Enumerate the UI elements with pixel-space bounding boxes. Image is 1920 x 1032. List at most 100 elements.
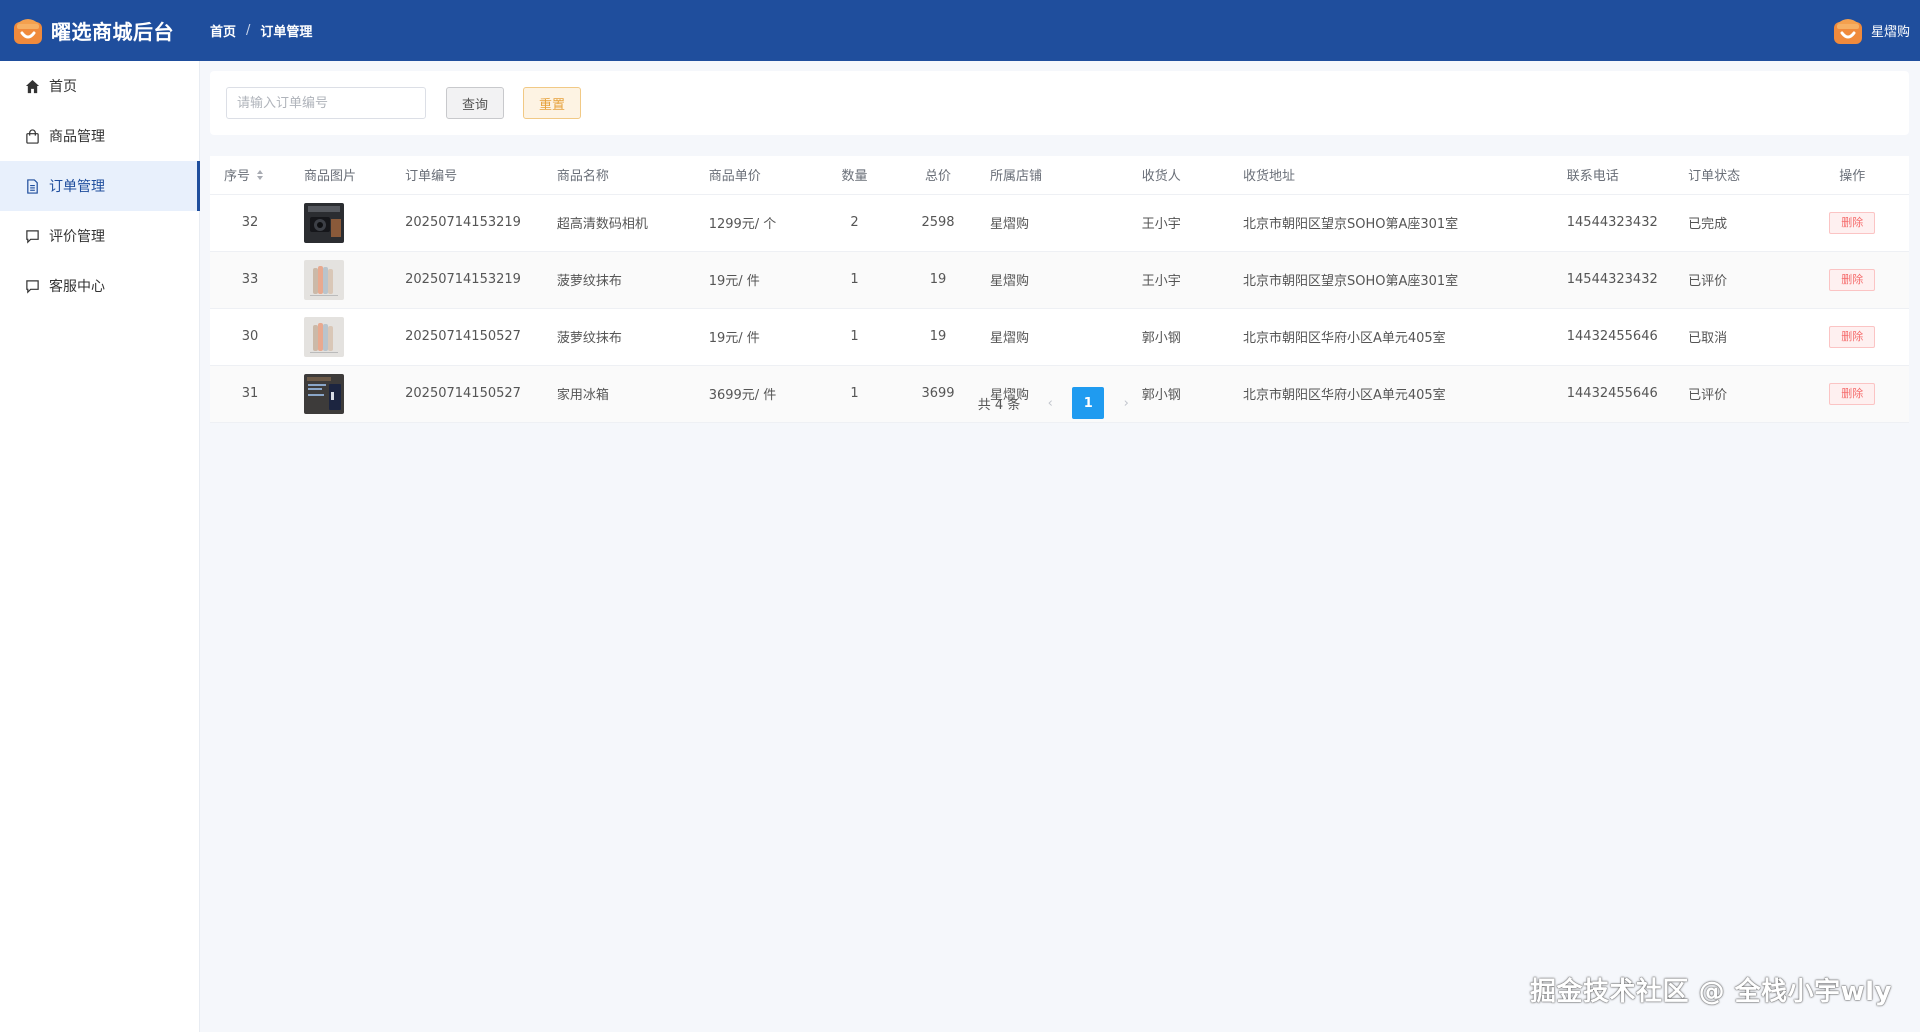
column-header-status: 订单状态	[1674, 156, 1796, 195]
cell-shop: 星熠购	[975, 251, 1128, 309]
breadcrumb-current: 订单管理	[260, 25, 313, 40]
cell-shop: 星熠购	[975, 308, 1128, 366]
cell-index: 32	[210, 194, 290, 252]
cell-unit-price: 19元/ 件	[694, 308, 810, 366]
cell-receiver: 郭小钢	[1127, 308, 1229, 366]
page-number-button[interactable]: 1	[1072, 387, 1105, 419]
cell-product-name: 菠萝纹抹布	[542, 308, 695, 366]
table-row: 33 20250714153219 菠萝纹抹布 19元/ 件 1 19 星熠购 …	[210, 251, 1909, 309]
breadcrumb-home[interactable]: 首页	[210, 21, 236, 40]
chat-bubble-icon	[24, 278, 40, 294]
cell-quantity: 1	[809, 308, 901, 366]
prev-page-button[interactable]: ‹	[1034, 387, 1066, 419]
cell-receiver: 王小宇	[1127, 194, 1229, 252]
cell-unit-price: 19元/ 件	[694, 251, 810, 309]
brand[interactable]: 曜选商城后台	[0, 14, 200, 48]
column-header-address: 收货地址	[1228, 156, 1553, 195]
cell-order-no: 20250714150527	[391, 308, 543, 366]
table-header-row: 序号 商品图片 订单编号 商品名称 商品单价 数量 总价 所属店铺 收货人 收货…	[210, 156, 1909, 195]
delete-button[interactable]: 删除	[1829, 211, 1876, 234]
cell-phone: 14544323432	[1552, 194, 1675, 252]
cell-address: 北京市朝阳区望京SOHO第A座301室	[1228, 251, 1553, 309]
cell-status: 已评价	[1674, 251, 1796, 309]
cell-product-name: 超高清数码相机	[542, 194, 695, 252]
column-header-phone: 联系电话	[1552, 156, 1675, 195]
cell-address: 北京市朝阳区望京SOHO第A座301室	[1228, 194, 1553, 252]
column-header-index[interactable]: 序号	[210, 156, 290, 195]
order-number-search-input[interactable]	[226, 87, 426, 119]
cell-index: 33	[210, 251, 290, 309]
main-content: 查询 重置 序号 商品图片 订单编号 商品名称 商品单价 数量 总价 所属店铺	[200, 61, 1920, 1032]
cell-total: 19	[900, 251, 976, 309]
cell-total: 2598	[900, 194, 976, 252]
cell-status: 已完成	[1674, 194, 1796, 252]
table-row: 32 20250714153219 超高清数码相机 1299元/ 个 2 259…	[210, 194, 1909, 252]
cell-phone: 14544323432	[1552, 251, 1675, 309]
query-button[interactable]: 查询	[446, 87, 505, 119]
search-bar: 查询 重置	[210, 71, 1909, 135]
reset-button[interactable]: 重置	[523, 87, 582, 119]
shop-logo-icon	[11, 14, 45, 48]
column-header-total: 总价	[900, 156, 976, 195]
sort-caret-icon[interactable]	[256, 169, 264, 185]
sidebar-item-home[interactable]: 首页	[0, 61, 199, 111]
cell-quantity: 2	[809, 194, 901, 252]
chat-bubble-icon	[24, 228, 40, 244]
cell-address: 北京市朝阳区华府小区A单元405室	[1228, 308, 1553, 366]
cell-image	[289, 251, 392, 309]
user-name: 星熠购	[1870, 25, 1910, 40]
cell-image	[289, 308, 392, 366]
watermark: 掘金技术社区 @ 全栈小宇wly	[1530, 977, 1892, 1007]
cell-quantity: 1	[809, 251, 901, 309]
cell-product-name: 菠萝纹抹布	[542, 251, 695, 309]
sidebar-item-products[interactable]: 商品管理	[0, 111, 199, 161]
column-header-shop: 所属店铺	[975, 156, 1128, 195]
avatar	[1831, 14, 1865, 48]
breadcrumb: 首页 / 订单管理	[210, 21, 312, 40]
sidebar-item-label: 评价管理	[49, 229, 105, 245]
breadcrumb-separator: /	[246, 23, 251, 38]
column-header-image: 商品图片	[289, 156, 392, 195]
column-header-unit-price: 商品单价	[694, 156, 810, 195]
towel-product-image[interactable]	[303, 259, 344, 300]
document-icon	[24, 178, 40, 194]
cell-order-no: 20250714153219	[391, 251, 543, 309]
sidebar-item-service[interactable]: 客服中心	[0, 261, 199, 311]
table-row: 30 20250714150527 菠萝纹抹布 19元/ 件 1 19 星熠购 …	[210, 308, 1909, 366]
column-header-quantity: 数量	[809, 156, 901, 195]
column-header-label: 序号	[224, 169, 251, 184]
cell-image	[289, 194, 392, 252]
pagination-total: 共 4 条	[977, 397, 1021, 413]
cell-phone: 14432455646	[1552, 308, 1675, 366]
cell-order-no: 20250714153219	[391, 194, 543, 252]
sidebar-item-reviews[interactable]: 评价管理	[0, 211, 199, 261]
delete-button[interactable]: 删除	[1829, 268, 1876, 291]
pagination: 共 4 条 ‹ 1 ›	[200, 387, 1920, 419]
user-menu[interactable]: 星熠购	[1831, 0, 1910, 61]
sidebar-item-orders[interactable]: 订单管理	[0, 161, 200, 211]
cell-actions: 删除	[1795, 194, 1909, 252]
sidebar-item-label: 商品管理	[49, 129, 105, 145]
column-header-receiver: 收货人	[1127, 156, 1229, 195]
cell-receiver: 王小宇	[1127, 251, 1229, 309]
column-header-product-name: 商品名称	[542, 156, 695, 195]
cell-actions: 删除	[1795, 251, 1909, 309]
cell-shop: 星熠购	[975, 194, 1128, 252]
column-header-actions: 操作	[1795, 156, 1909, 195]
top-header: 曜选商城后台 首页 / 订单管理 星熠购	[0, 0, 1920, 61]
cell-total: 19	[900, 308, 976, 366]
delete-button[interactable]: 删除	[1829, 325, 1876, 348]
column-header-order-no: 订单编号	[391, 156, 543, 195]
home-icon	[24, 78, 40, 94]
sidebar-item-label: 订单管理	[49, 179, 105, 195]
camera-product-image[interactable]	[303, 202, 344, 243]
sidebar-item-label: 首页	[49, 79, 77, 95]
next-page-button[interactable]: ›	[1110, 387, 1142, 419]
sidebar-item-label: 客服中心	[49, 279, 105, 295]
cell-status: 已取消	[1674, 308, 1796, 366]
orders-table: 序号 商品图片 订单编号 商品名称 商品单价 数量 总价 所属店铺 收货人 收货…	[210, 156, 1909, 423]
cell-unit-price: 1299元/ 个	[694, 194, 810, 252]
towel-product-image[interactable]	[303, 316, 344, 357]
shopping-bag-icon	[24, 128, 40, 144]
orders-table-card: 序号 商品图片 订单编号 商品名称 商品单价 数量 总价 所属店铺 收货人 收货…	[210, 156, 1909, 426]
